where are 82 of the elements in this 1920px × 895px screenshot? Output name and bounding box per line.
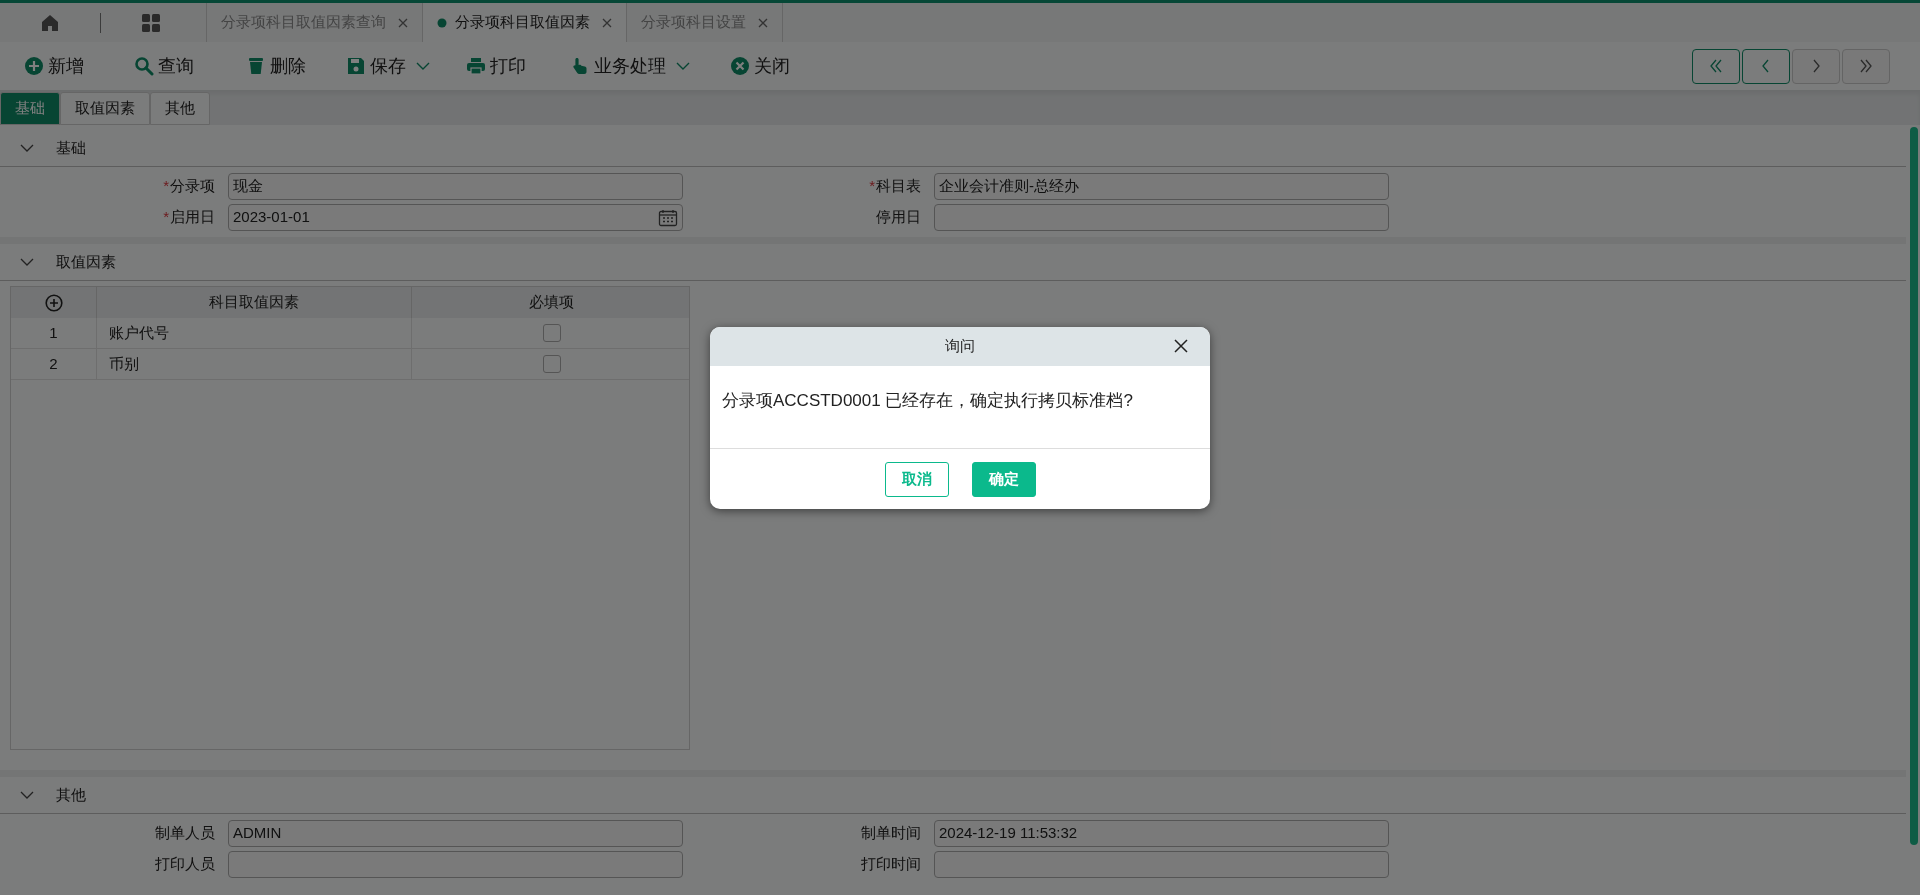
field-label: 停用日 <box>876 207 921 228</box>
toolbar-button[interactable]: 打印 <box>466 52 526 80</box>
field-label: 制单人员 <box>155 823 215 844</box>
close-icon <box>1174 339 1188 353</box>
dropdown-button[interactable] <box>416 61 430 71</box>
cancel-button[interactable]: 取消 <box>884 461 949 497</box>
field-value: ADMIN <box>233 823 283 844</box>
trash-icon <box>246 56 266 76</box>
input-field[interactable]: 2024-12-19 11:53:32 <box>934 820 1389 847</box>
row-number: 2 <box>11 349 97 379</box>
field-value: 2023-01-01 <box>233 207 311 228</box>
toolbar-button[interactable]: 业务处理 <box>570 52 666 80</box>
add-circle-icon <box>44 293 63 312</box>
field-value: 2024-12-19 11:53:32 <box>939 823 1079 844</box>
close-icon <box>758 17 768 28</box>
toolbar-button[interactable]: 查询 <box>134 52 194 80</box>
printer-icon <box>466 56 486 76</box>
input-field[interactable]: 企业会计准则-总经办 <box>934 173 1389 200</box>
record-nav-button[interactable] <box>1742 48 1790 84</box>
form-tab[interactable]: 基础 <box>0 92 60 125</box>
input-field[interactable]: 现金 <box>228 173 683 200</box>
field-value: 企业会计准则-总经办 <box>939 176 1080 197</box>
field-label: 打印人员 <box>155 854 215 875</box>
required-asterisk: * <box>869 176 875 197</box>
confirm-button[interactable]: 确定 <box>971 461 1036 497</box>
calendar-icon <box>658 208 678 227</box>
page-tab[interactable]: 分录项科目取值因素 <box>423 3 627 42</box>
home-icon <box>40 12 60 33</box>
checkbox[interactable] <box>542 355 561 373</box>
toolbar-button[interactable]: 新增 <box>24 52 84 80</box>
field-label: 制单时间 <box>861 823 921 844</box>
column-header: 必填项 <box>528 292 575 313</box>
hand-pointer-icon <box>570 56 590 76</box>
date-field[interactable]: 2023-01-01 <box>228 204 683 231</box>
toolbar-button[interactable]: 保存 <box>346 52 406 80</box>
required-asterisk: * <box>163 207 169 228</box>
record-nav-button[interactable] <box>1692 48 1740 84</box>
section-title: 基础 <box>56 137 86 158</box>
collapse-button[interactable] <box>20 257 34 267</box>
chevron-down-icon <box>20 257 34 267</box>
add-icon <box>24 56 44 76</box>
table-cell: 账户代号 <box>97 318 412 348</box>
field-label: 启用日 <box>170 207 215 228</box>
search-icon <box>134 56 154 76</box>
toolbar-button[interactable]: 关闭 <box>730 52 790 80</box>
field-value: 现金 <box>233 176 264 197</box>
dialog-message: 分录项ACCSTD0001 已经存在，确定执行拷贝标准档? <box>722 390 1133 412</box>
field-label: 科目表 <box>876 176 921 197</box>
grid-icon <box>141 12 161 33</box>
form-tab[interactable]: 其他 <box>150 92 210 125</box>
add-row-button[interactable] <box>44 293 63 312</box>
form-tab[interactable]: 取值因素 <box>60 92 150 125</box>
field-label: 打印时间 <box>861 854 921 875</box>
dialog-title: 询问 <box>945 336 975 357</box>
column-header: 科目取值因素 <box>97 287 412 318</box>
section-title: 其他 <box>56 784 86 805</box>
toolbar-button[interactable]: 删除 <box>246 52 306 80</box>
close-button[interactable] <box>1174 339 1188 353</box>
field-label: 分录项 <box>170 176 215 197</box>
close-icon <box>730 56 750 76</box>
collapse-button[interactable] <box>20 143 34 153</box>
chevron-down-icon <box>416 61 430 71</box>
row-number: 1 <box>11 318 97 348</box>
input-field[interactable] <box>228 851 683 878</box>
required-asterisk: * <box>163 176 169 197</box>
close-icon <box>602 17 612 28</box>
collapse-button[interactable] <box>20 790 34 800</box>
dropdown-button[interactable] <box>676 61 690 71</box>
chevron-down-icon <box>20 143 34 153</box>
table-cell: 币别 <box>97 349 412 379</box>
input-field[interactable] <box>934 851 1389 878</box>
close-icon <box>398 17 408 28</box>
section-title: 取值因素 <box>56 251 116 272</box>
checkbox[interactable] <box>542 324 561 342</box>
tab-label: 分录项科目取值因素 <box>455 12 590 33</box>
input-field[interactable]: ADMIN <box>228 820 683 847</box>
chevron-down-icon <box>676 61 690 71</box>
scrollbar-thumb[interactable] <box>1910 127 1918 845</box>
input-field[interactable] <box>934 204 1389 231</box>
save-icon <box>346 56 366 76</box>
chevron-down-icon <box>20 790 34 800</box>
status-dot-icon <box>437 17 447 28</box>
